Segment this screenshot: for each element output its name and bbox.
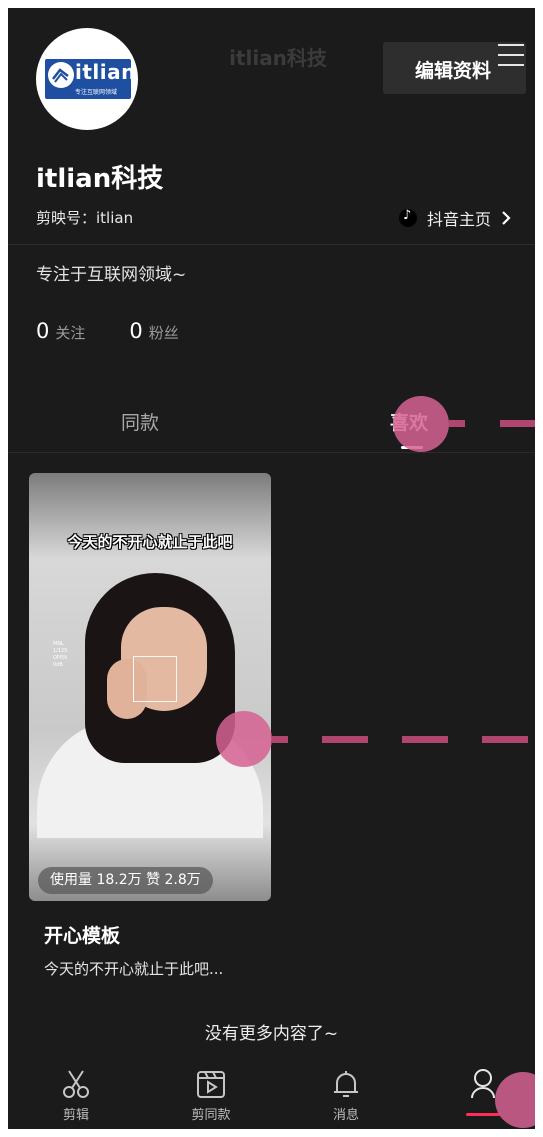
divider	[8, 244, 535, 245]
scissors-icon	[63, 1070, 89, 1098]
bio: 专注于互联网领域~	[36, 265, 187, 285]
avatar[interactable]: itlian 专注互联网领域	[36, 28, 138, 130]
nav-label: 剪同款	[191, 1108, 231, 1123]
card-subtitle: That's all for today's unhappiness	[65, 820, 235, 830]
profile-screen: itlian 专注互联网领域 itlian科技 编辑资料 itlian科技 剪映…	[8, 8, 535, 1129]
nav-label: 剪辑	[62, 1108, 89, 1123]
tap-marker	[393, 396, 449, 452]
menu-icon[interactable]	[498, 44, 524, 66]
dash-segment	[482, 736, 528, 743]
template-title[interactable]: 开心模板	[44, 921, 120, 948]
person-icon	[471, 1069, 495, 1099]
template-description: 今天的不开心就止于此吧...	[44, 960, 224, 978]
active-tab-indicator	[466, 1113, 500, 1116]
divider	[8, 452, 535, 453]
dash-segment	[500, 420, 535, 427]
header-title: itlian科技	[229, 46, 327, 70]
logo-emblem-icon	[48, 62, 74, 88]
logo-subtitle: 专注互联网领域	[75, 89, 118, 96]
douyin-link-label: 抖音主页	[427, 210, 492, 229]
dash-segment	[449, 420, 465, 427]
following-label[interactable]: 关注	[55, 322, 85, 343]
itlian-logo: itlian 专注互联网领域	[45, 59, 135, 99]
profile-name: itlian科技	[36, 164, 164, 194]
stats-row: 0 关注 0 粉丝	[36, 319, 223, 343]
tiktok-icon	[399, 208, 417, 227]
tab-same-style[interactable]: 同款	[121, 408, 159, 435]
bell-icon	[334, 1071, 358, 1097]
nav-messages[interactable]: 消息	[311, 1066, 381, 1123]
focus-frame	[133, 656, 177, 702]
dash-segment	[322, 736, 368, 743]
logo-word: itlian	[75, 60, 136, 84]
chevron-right-icon	[502, 211, 511, 225]
followers-count[interactable]: 0	[129, 319, 142, 343]
following-count[interactable]: 0	[36, 319, 49, 343]
cut-id: 剪映号：itlian	[36, 209, 134, 227]
end-of-list-message: 没有更多内容了~	[204, 1024, 339, 1044]
template-card[interactable]: 今天的不开心就止于此吧 MNL 1/125 OPEN 0dB That's al…	[29, 473, 271, 901]
nav-edit[interactable]: 剪辑	[41, 1066, 111, 1123]
clapper-play-icon	[197, 1071, 225, 1098]
usage-badge: 使用量 18.2万 赞 2.8万	[38, 867, 213, 894]
camera-info: MNL 1/125 OPEN 0dB	[53, 641, 68, 668]
tap-marker	[216, 711, 272, 767]
card-caption: 今天的不开心就止于此吧	[67, 533, 233, 551]
nav-label: 消息	[332, 1108, 359, 1123]
followers-label[interactable]: 粉丝	[149, 322, 179, 343]
nav-same-template[interactable]: 剪同款	[176, 1066, 246, 1123]
dash-segment	[402, 736, 448, 743]
douyin-homepage-link[interactable]: 抖音主页	[399, 206, 513, 230]
dash-segment	[272, 736, 288, 743]
